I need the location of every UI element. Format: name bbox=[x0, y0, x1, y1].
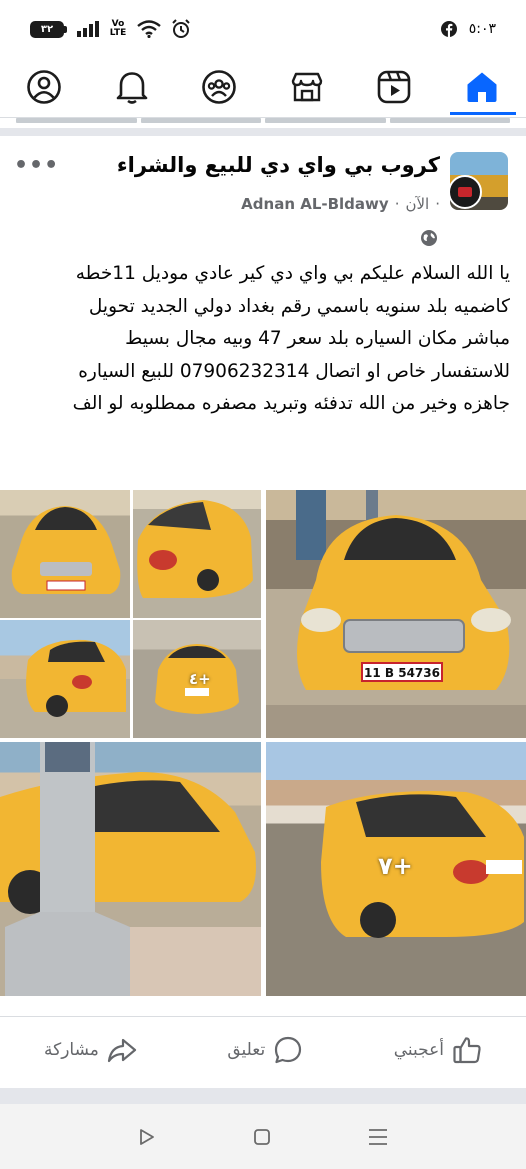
post-actions: مشاركة تعليق أعجبني bbox=[0, 1022, 526, 1078]
facebook-notification-icon bbox=[440, 21, 457, 37]
photo-car-front[interactable]: 11 B 54736 bbox=[266, 490, 526, 738]
like-icon bbox=[453, 1037, 481, 1064]
post-text-line: كاضميه بلد سنويه باسمي رقم بغداد دولي ال… bbox=[88, 295, 510, 317]
previous-post-edge bbox=[0, 118, 526, 126]
video-icon bbox=[378, 70, 411, 104]
license-plate: 11 B 54736 bbox=[364, 666, 440, 680]
post-text: يا الله السلام عليكم بي واي دي كير عادي … bbox=[16, 258, 510, 421]
nav-video[interactable] bbox=[372, 65, 416, 109]
status-right: ٥:٠٣ bbox=[440, 21, 496, 37]
like-label: أعجبني bbox=[393, 1040, 444, 1060]
bell-icon bbox=[116, 72, 147, 104]
battery-icon: ٣٢ bbox=[30, 20, 67, 38]
share-label: مشاركة bbox=[44, 1040, 99, 1060]
profile-icon bbox=[27, 70, 61, 104]
author-name[interactable]: Adnan AL-Bldawy bbox=[241, 195, 389, 213]
nav-profile[interactable] bbox=[22, 65, 66, 109]
active-tab-indicator bbox=[449, 112, 516, 115]
volte-indicator: Vo LTE bbox=[109, 19, 127, 38]
nav-marketplace[interactable] bbox=[285, 65, 329, 109]
clock: ٥:٠٣ bbox=[468, 21, 496, 37]
status-bar: ٣٢ Vo LTE ٥:٠٣ bbox=[0, 0, 526, 58]
photo-count-overlay-small: ٤+ bbox=[189, 670, 211, 688]
post-header: ••• كروب بي واي دي للبيع والشراء Adnan A… bbox=[0, 145, 526, 246]
post-text-line: جاهزه وخير من الله تدفئه وتبريد مصفره مم… bbox=[72, 393, 510, 415]
nav-home[interactable] bbox=[449, 65, 516, 115]
main-nav-bar bbox=[0, 58, 526, 116]
post-text-line: مباشر مكان السياره بلد سعر 47 وبيه مجال … bbox=[125, 328, 510, 350]
actions-divider bbox=[0, 1016, 526, 1017]
comment-icon bbox=[275, 1036, 302, 1064]
feed-separator-bottom bbox=[0, 1088, 526, 1104]
comment-button[interactable]: تعليق bbox=[227, 1035, 303, 1065]
share-icon bbox=[107, 1038, 136, 1063]
photo-grid: 11 B 54736 ٤+ ٧+ bbox=[0, 490, 526, 1006]
home-icon bbox=[467, 72, 497, 102]
marketplace-icon bbox=[291, 72, 322, 102]
alarm-icon bbox=[172, 19, 190, 38]
post-time[interactable]: الآن bbox=[405, 195, 429, 213]
photo-car-rear-quarter[interactable] bbox=[0, 620, 130, 738]
like-button[interactable]: أعجبني bbox=[394, 1035, 482, 1065]
post-meta: Adnan AL-Bldawy · الآن · bbox=[241, 195, 440, 213]
nav-groups[interactable] bbox=[197, 65, 241, 109]
photo-car-front-small[interactable] bbox=[0, 490, 130, 618]
post-text-line: يا الله السلام عليكم بي واي دي كير عادي … bbox=[75, 263, 510, 284]
group-name[interactable]: كروب بي واي دي للبيع والشراء bbox=[117, 153, 440, 177]
system-nav-bar bbox=[0, 1104, 526, 1169]
author-avatar[interactable] bbox=[448, 175, 482, 209]
comment-label: تعليق bbox=[227, 1040, 266, 1060]
feed-separator bbox=[0, 128, 526, 136]
signal-icon bbox=[77, 21, 99, 37]
wifi-icon bbox=[137, 20, 161, 38]
photo-car-side-street[interactable]: ٧+ bbox=[266, 742, 526, 996]
share-button[interactable]: مشاركة bbox=[44, 1036, 137, 1064]
photo-car-side-pump[interactable] bbox=[0, 742, 261, 996]
battery-level: ٣٢ bbox=[30, 20, 64, 38]
home-nav-icon[interactable] bbox=[252, 1127, 272, 1147]
photo-count-overlay: ٧+ bbox=[378, 852, 413, 880]
nav-notifications[interactable] bbox=[110, 65, 154, 109]
recents-icon[interactable] bbox=[367, 1127, 389, 1147]
photo-car-rear[interactable]: ٤+ bbox=[133, 620, 261, 738]
status-left: ٣٢ Vo LTE bbox=[30, 19, 191, 39]
globe-icon bbox=[421, 230, 437, 246]
post-text-line: للاستفسار خاص او اتصال 07906232314 للبيع… bbox=[78, 360, 510, 382]
more-options-button[interactable]: ••• bbox=[14, 153, 59, 178]
back-icon[interactable] bbox=[137, 1127, 157, 1147]
groups-icon bbox=[202, 70, 236, 104]
photo-car-rear-side[interactable] bbox=[133, 490, 261, 618]
